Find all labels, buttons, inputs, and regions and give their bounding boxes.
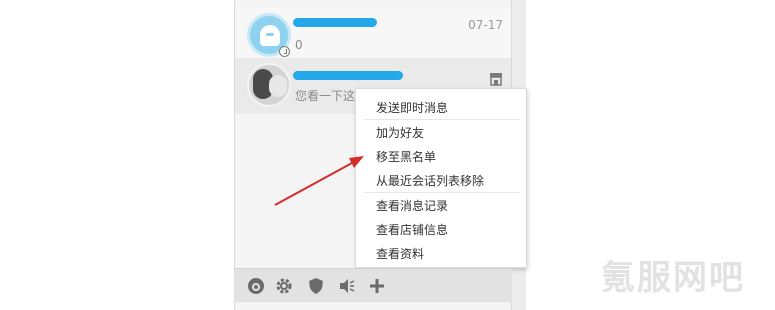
watermark: 氪服网吧 bbox=[601, 258, 745, 298]
